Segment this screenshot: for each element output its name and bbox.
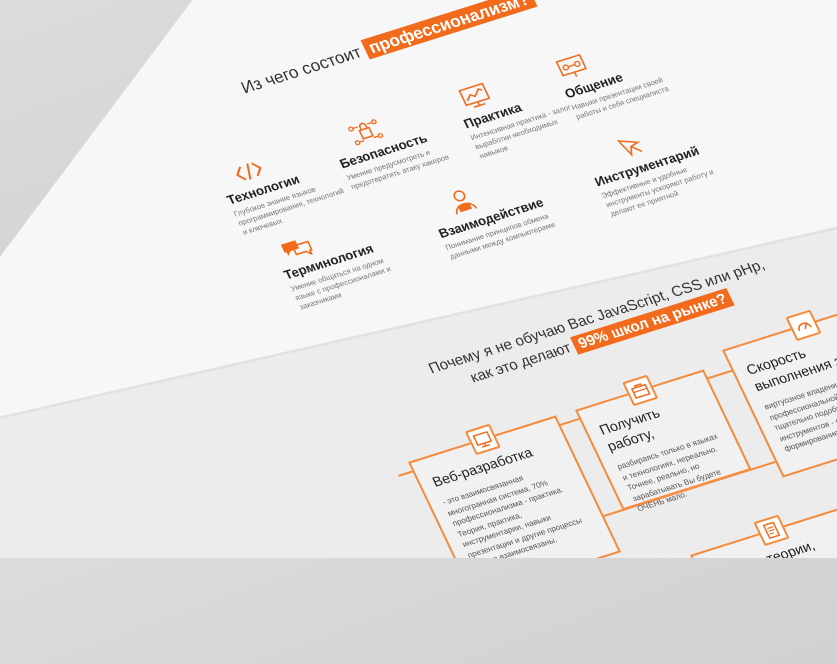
feature-tools: Инструментарий Эффективные и удобные инс…: [580, 115, 723, 219]
feature-terminology: Терминология Умение общаться на одном яз…: [270, 210, 412, 312]
feature-interaction: Взаимодействие Понимание принципов обмен…: [423, 165, 562, 262]
feature-security: Безопасность Умение предусмотреть и пред…: [325, 97, 463, 192]
page-sheet: Из чего состоит профессионализм? Техноло…: [0, 0, 837, 558]
heading-prefix: Из чего состоит: [238, 42, 365, 98]
heading-highlight: профессионализм?: [360, 0, 538, 60]
